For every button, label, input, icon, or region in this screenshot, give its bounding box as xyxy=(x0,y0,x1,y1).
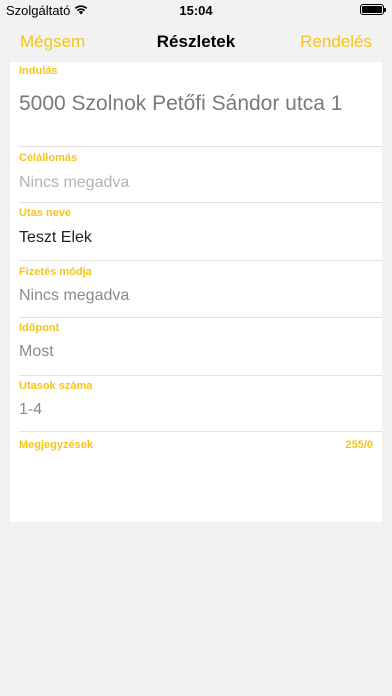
start-field[interactable]: Indulás 5000 Szolnok Petőfi Sándor utca … xyxy=(19,62,382,147)
payment-label: Fizetés módja xyxy=(19,266,92,278)
time-field[interactable]: Időpont Most xyxy=(19,318,382,376)
navigation-bar: Mégsem Részletek Rendelés xyxy=(0,22,392,62)
order-button[interactable]: Rendelés xyxy=(300,32,372,52)
start-label: Indulás xyxy=(19,65,58,77)
destination-input[interactable]: Nincs megadva xyxy=(19,174,129,192)
note-label: Megjegyzések xyxy=(19,439,93,451)
start-value[interactable]: 5000 Szolnok Petőfi Sándor utca 1 xyxy=(19,92,342,116)
destination-label: Célállomás xyxy=(19,152,78,164)
passenger-count-field[interactable]: Utasok száma 1-4 xyxy=(19,376,382,432)
time-label: Időpont xyxy=(19,322,60,334)
passenger-count-label: Utasok száma xyxy=(19,380,93,392)
note-char-counter: 255/0 xyxy=(345,439,373,451)
passenger-count-value[interactable]: 1-4 xyxy=(19,401,42,419)
note-field[interactable]: Megjegyzések 255/0 xyxy=(19,432,382,472)
time-value[interactable]: Most xyxy=(19,343,54,361)
passenger-name-input[interactable]: Teszt Elek xyxy=(19,229,92,247)
status-bar: Szolgáltató 15:04 xyxy=(0,0,392,22)
destination-field[interactable]: Célállomás Nincs megadva xyxy=(19,147,382,203)
battery-icon xyxy=(360,4,386,15)
payment-field[interactable]: Fizetés módja Nincs megadva xyxy=(19,261,382,318)
payment-value[interactable]: Nincs megadva xyxy=(19,287,129,305)
details-form: Indulás 5000 Szolnok Petőfi Sándor utca … xyxy=(10,62,382,522)
passenger-name-field[interactable]: Utas neve Teszt Elek xyxy=(19,203,382,261)
clock: 15:04 xyxy=(179,3,213,18)
passenger-name-label: Utas neve xyxy=(19,207,71,219)
